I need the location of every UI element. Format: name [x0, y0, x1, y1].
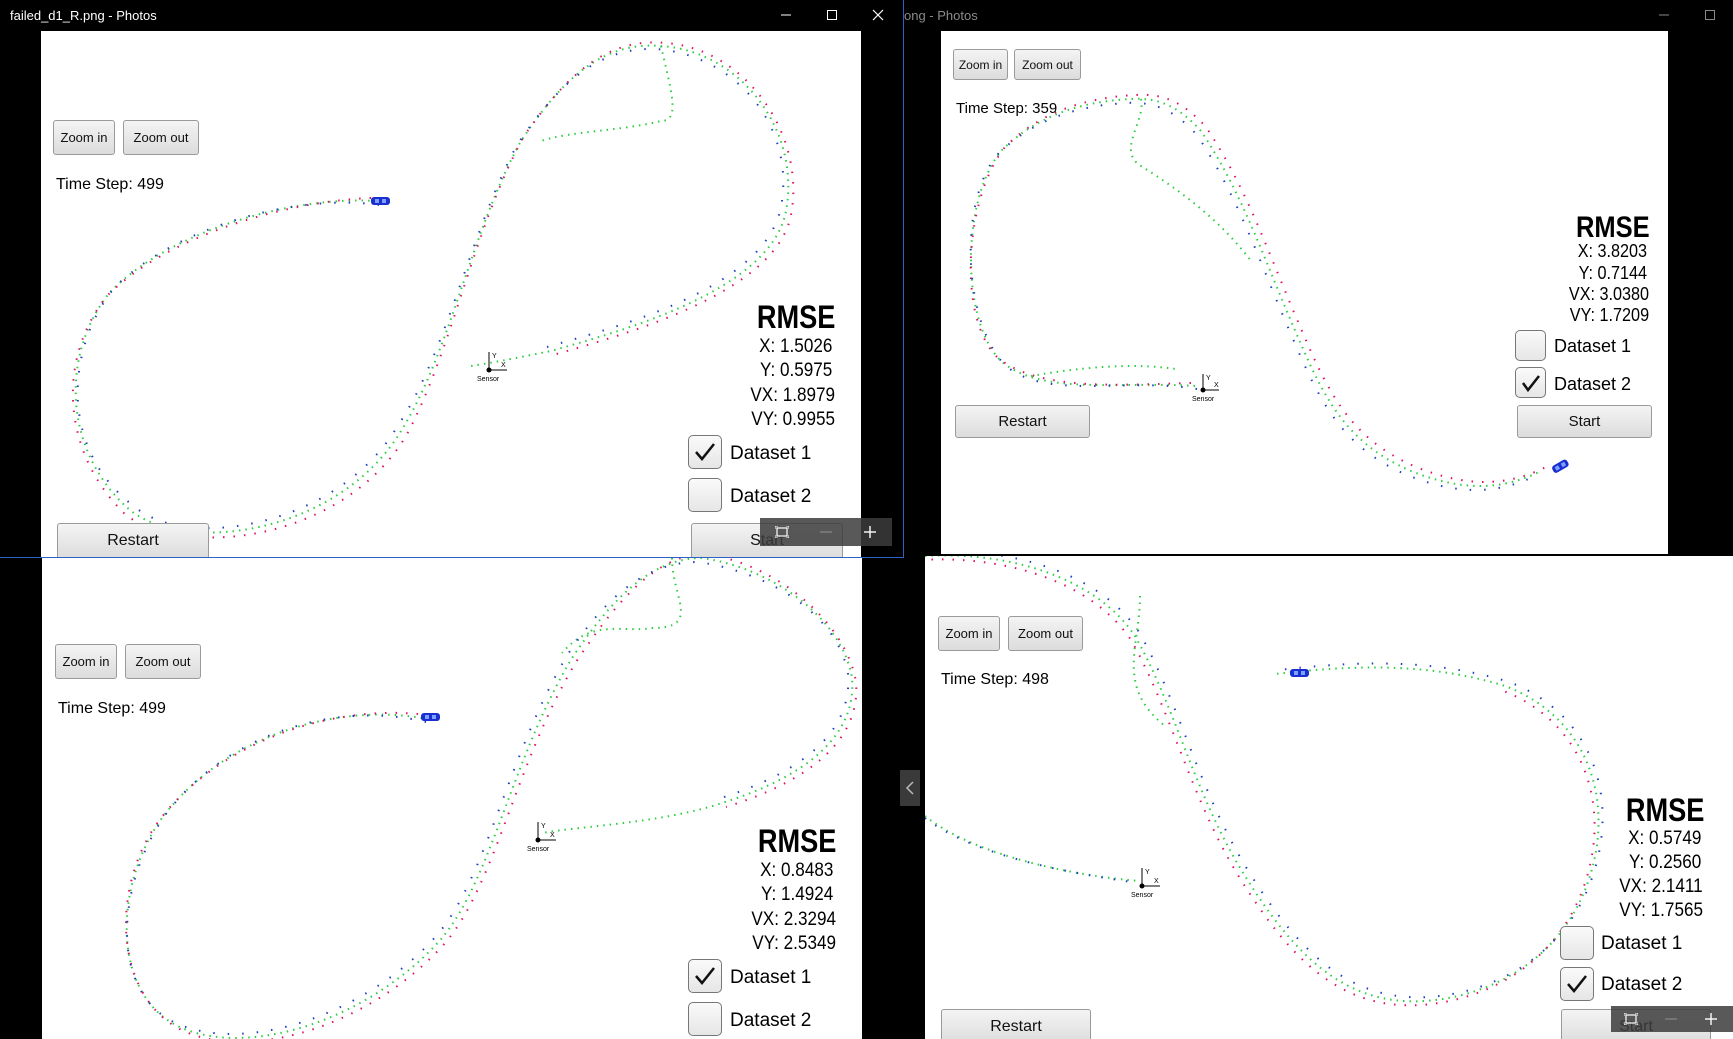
zoom-out-button[interactable]: Zoom out — [1008, 616, 1083, 651]
image-zoom-toolbar — [760, 518, 892, 546]
dataset1-checkbox[interactable] — [688, 959, 722, 993]
rmse-y: Y: 0.5975 — [759, 360, 832, 381]
svg-text:Y: Y — [1145, 869, 1150, 876]
zoom-out-button[interactable]: Zoom out — [1014, 49, 1081, 80]
rmse-y: Y: 0.7144 — [1578, 263, 1647, 283]
dataset1-label: Dataset 1 — [1554, 336, 1632, 356]
fit-screen-icon[interactable] — [1611, 1006, 1651, 1032]
zoom-out-button[interactable]: Zoom out — [123, 120, 199, 155]
chevron-left-icon — [905, 781, 914, 795]
time-step-label: Time Step: 359 — [956, 100, 1058, 117]
rmse-vx: VX: 3.0380 — [1568, 284, 1649, 304]
sensor-label: Sensor — [1131, 892, 1154, 899]
zoom-out-minus-icon[interactable] — [1651, 1006, 1691, 1032]
zoom-in-button[interactable]: Zoom in — [938, 616, 1000, 651]
simulator-image: YX Sensor Zoom in Zoom out Time Step: 49… — [41, 31, 861, 557]
dataset2-label: Dataset 2 — [1554, 374, 1632, 394]
rmse-y: Y: 1.4924 — [760, 884, 833, 905]
dataset2-checkbox[interactable] — [1515, 367, 1546, 398]
rmse-y: Y: 0.2560 — [1628, 852, 1701, 873]
time-step-label: Time Step: 499 — [58, 700, 166, 717]
dataset2-label: Dataset 2 — [730, 486, 812, 507]
rmse-vy: VY: 0.9955 — [751, 409, 835, 430]
zoom-in-button[interactable]: Zoom in — [55, 644, 117, 679]
svg-text:X: X — [550, 832, 555, 839]
image-zoom-toolbar — [1611, 1006, 1733, 1032]
minimize-icon[interactable] — [1641, 0, 1687, 30]
title-bar[interactable]: ong - Photos — [904, 0, 1733, 30]
window-title: ong - Photos — [904, 7, 978, 23]
sensor-label: Sensor — [527, 846, 550, 853]
zoom-in-button[interactable]: Zoom in — [53, 120, 115, 155]
dataset1-checkbox[interactable] — [688, 435, 722, 469]
zoom-out-minus-icon[interactable] — [804, 519, 848, 545]
dataset1-label: Dataset 1 — [730, 443, 812, 464]
svg-text:X: X — [1154, 878, 1159, 885]
checkmark-icon — [695, 443, 715, 461]
sensor-axes-icon: YX — [1200, 374, 1219, 393]
checkmark-icon — [1567, 975, 1587, 993]
svg-text:X: X — [1214, 382, 1219, 389]
rmse-x: X: 0.8483 — [759, 860, 833, 881]
simulator-image-bottom-left: YX Sensor Zoom in Zoom out Time Step: 49… — [42, 558, 862, 1039]
svg-text:Y: Y — [541, 823, 546, 830]
rmse-title: RMSE — [1576, 211, 1650, 244]
dataset2-checkbox[interactable] — [1560, 967, 1594, 1001]
car-icon — [1552, 459, 1569, 473]
car-icon — [421, 713, 440, 721]
dataset2-checkbox[interactable] — [688, 1002, 722, 1036]
sensor-label: Sensor — [477, 376, 500, 383]
svg-text:Y: Y — [492, 353, 497, 360]
rmse-title: RMSE — [756, 299, 835, 335]
rmse-vx: VX: 2.1411 — [1619, 876, 1703, 897]
simulator-image: YX Sensor Zoom in Zoom out Time Step: 35… — [941, 31, 1668, 554]
simulator-image-bottom-right: YX Sensor Zoom in Zoom out Time Step: 49… — [925, 556, 1733, 1039]
dataset2-checkbox[interactable] — [688, 478, 722, 512]
rmse-vy: VY: 1.7209 — [1569, 305, 1649, 325]
zoom-in-plus-icon[interactable] — [1691, 1006, 1731, 1032]
zoom-in-button[interactable]: Zoom in — [953, 49, 1008, 80]
sensor-axes-icon: YX — [1139, 868, 1160, 889]
maximize-icon[interactable] — [1687, 0, 1733, 30]
window-title: failed_d1_R.png - Photos — [10, 7, 157, 23]
time-step-label: Time Step: 499 — [56, 176, 164, 193]
rmse-vy: VY: 1.7565 — [1619, 900, 1703, 921]
rmse-title: RMSE — [1625, 792, 1704, 828]
svg-text:Y: Y — [1206, 375, 1211, 382]
zoom-out-button[interactable]: Zoom out — [125, 644, 201, 679]
car-icon — [371, 197, 390, 205]
photos-window-top-left: failed_d1_R.png - Photos YX Sensor Zoom … — [0, 0, 904, 558]
car-icon — [1290, 669, 1309, 677]
rmse-x: X: 0.5749 — [1627, 828, 1701, 849]
rmse-vy: VY: 2.5349 — [752, 933, 836, 954]
rmse-vx: VX: 2.3294 — [751, 909, 836, 930]
side-panel-toggle[interactable] — [900, 770, 920, 806]
close-icon[interactable] — [855, 0, 901, 30]
rmse-x: X: 1.5026 — [758, 336, 832, 357]
restart-button[interactable]: Restart — [57, 523, 209, 557]
dataset1-checkbox[interactable] — [1515, 330, 1546, 361]
checkmark-icon — [695, 967, 715, 985]
zoom-in-plus-icon[interactable] — [848, 519, 892, 545]
start-button[interactable]: Start — [1517, 405, 1652, 438]
fit-screen-icon[interactable] — [760, 519, 804, 545]
maximize-icon[interactable] — [809, 0, 855, 30]
checkmark-icon — [1521, 375, 1540, 393]
dataset1-checkbox[interactable] — [1560, 926, 1594, 960]
rmse-x: X: 3.8203 — [1577, 241, 1647, 261]
photos-window-top-right: ong - Photos YX Sensor Zoom in Zoom out … — [904, 0, 1733, 556]
dataset1-label: Dataset 1 — [730, 967, 812, 988]
svg-text:X: X — [501, 362, 506, 369]
rmse-title: RMSE — [757, 823, 836, 859]
rmse-vx: VX: 1.8979 — [750, 385, 835, 406]
minimize-icon[interactable] — [763, 0, 809, 30]
sensor-label: Sensor — [1192, 396, 1215, 403]
trajectory-plot: YX — [72, 41, 795, 539]
restart-button[interactable]: Restart — [955, 405, 1090, 438]
time-step-label: Time Step: 498 — [941, 671, 1049, 688]
dataset1-label: Dataset 1 — [1601, 933, 1683, 954]
dataset2-label: Dataset 2 — [730, 1010, 812, 1031]
dataset2-label: Dataset 2 — [1601, 974, 1683, 995]
restart-button[interactable]: Restart — [941, 1009, 1091, 1039]
